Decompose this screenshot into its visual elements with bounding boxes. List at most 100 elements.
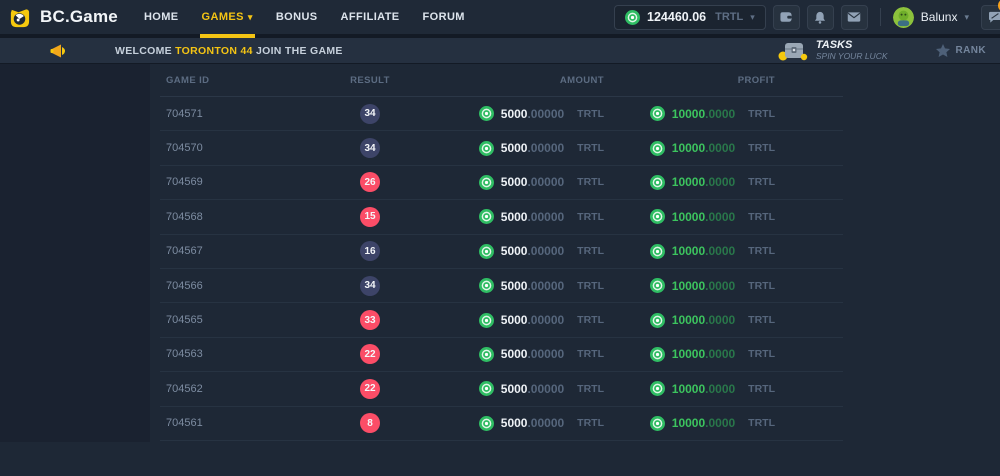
avatar bbox=[893, 7, 914, 28]
profit-currency: TRTL bbox=[748, 348, 775, 360]
result-badge: 16 bbox=[360, 241, 380, 261]
trtl-coin-icon bbox=[650, 209, 665, 224]
amount-currency: TRTL bbox=[577, 211, 604, 223]
result-cell: 22 bbox=[320, 379, 420, 399]
game-id-cell: 704566 bbox=[160, 280, 320, 292]
nav-item-games[interactable]: GAMES ▾ bbox=[202, 0, 253, 34]
result-cell: 33 bbox=[320, 310, 420, 330]
table-row[interactable]: 704571 34 5000 .00000 TRTL 10000 .0000 T… bbox=[160, 97, 843, 131]
brand-logo[interactable]: BC.Game bbox=[8, 6, 118, 29]
rank-label: RANK bbox=[956, 45, 987, 56]
nav-item-games-label: GAMES bbox=[202, 11, 244, 23]
trtl-coin-icon bbox=[650, 106, 665, 121]
amount-decimals: .00000 bbox=[527, 416, 564, 430]
amount-decimals: .00000 bbox=[527, 107, 564, 121]
game-id-cell: 704561 bbox=[160, 417, 320, 429]
result-cell: 34 bbox=[320, 104, 420, 124]
game-id-cell: 704567 bbox=[160, 245, 320, 257]
profit-integer: 10000 bbox=[672, 347, 705, 361]
table-row[interactable]: 704563 22 5000 .00000 TRTL 10000 .0000 T… bbox=[160, 338, 843, 372]
table-row[interactable]: 704568 15 5000 .00000 TRTL 10000 .0000 T… bbox=[160, 200, 843, 234]
amount-decimals: .00000 bbox=[527, 382, 564, 396]
bets-table: GAME ID RESULT AMOUNT PROFIT 704571 34 5… bbox=[160, 64, 843, 441]
column-header-profit: PROFIT bbox=[610, 75, 781, 86]
profit-currency: TRTL bbox=[748, 383, 775, 395]
navbar-right: 124460.06 TRTL ▾ bbox=[614, 0, 1000, 34]
profit-integer: 10000 bbox=[672, 175, 705, 189]
profit-decimals: .0000 bbox=[705, 382, 735, 396]
trtl-coin-icon bbox=[650, 278, 665, 293]
table-row[interactable]: 704562 22 5000 .00000 TRTL 10000 .0000 T… bbox=[160, 372, 843, 406]
amount-cell: 5000 .00000 TRTL bbox=[420, 313, 610, 328]
amount-decimals: .00000 bbox=[527, 175, 564, 189]
result-badge: 26 bbox=[360, 172, 380, 192]
profit-currency: TRTL bbox=[748, 176, 775, 188]
rank-widget[interactable]: RANK bbox=[936, 44, 987, 57]
user-menu[interactable]: Balunx ▾ bbox=[893, 7, 969, 28]
amount-integer: 5000 bbox=[501, 382, 528, 396]
profit-currency: TRTL bbox=[748, 280, 775, 292]
nav-item-forum[interactable]: FORUM bbox=[423, 0, 465, 34]
profit-decimals: .0000 bbox=[705, 107, 735, 121]
trtl-coin-icon bbox=[650, 141, 665, 156]
table-row[interactable]: 704570 34 5000 .00000 TRTL 10000 .0000 T… bbox=[160, 131, 843, 165]
profit-cell: 10000 .0000 TRTL bbox=[610, 278, 781, 293]
main-content: GAME ID RESULT AMOUNT PROFIT 704571 34 5… bbox=[0, 64, 1000, 476]
game-id-cell: 704569 bbox=[160, 176, 320, 188]
profit-decimals: .0000 bbox=[705, 347, 735, 361]
game-id-cell: 704562 bbox=[160, 383, 320, 395]
amount-cell: 5000 .00000 TRTL bbox=[420, 141, 610, 156]
table-header-row: GAME ID RESULT AMOUNT PROFIT bbox=[160, 64, 843, 97]
brand-name: BC.Game bbox=[40, 7, 118, 27]
table-body: 704571 34 5000 .00000 TRTL 10000 .0000 T… bbox=[160, 97, 843, 441]
navbar-divider bbox=[880, 8, 881, 26]
trtl-coin-icon bbox=[479, 416, 494, 431]
announcement-bar: WELCOME TORONTON 44 JOIN THE GAME TASKS … bbox=[0, 38, 1000, 63]
result-badge: 15 bbox=[360, 207, 380, 227]
profit-integer: 10000 bbox=[672, 279, 705, 293]
trtl-coin-icon bbox=[479, 244, 494, 259]
chat-button[interactable]: 10 bbox=[981, 5, 1000, 30]
game-id-cell: 704563 bbox=[160, 348, 320, 360]
amount-integer: 5000 bbox=[501, 279, 528, 293]
trtl-coin-icon bbox=[479, 278, 494, 293]
nav-item-affiliate[interactable]: AFFILIATE bbox=[341, 0, 400, 34]
trtl-coin-icon bbox=[479, 313, 494, 328]
trtl-coin-icon bbox=[650, 347, 665, 362]
nav-item-bonus[interactable]: BONUS bbox=[276, 0, 318, 34]
profit-currency: TRTL bbox=[748, 245, 775, 257]
profit-currency: TRTL bbox=[748, 314, 775, 326]
profit-cell: 10000 .0000 TRTL bbox=[610, 416, 781, 431]
amount-cell: 5000 .00000 TRTL bbox=[420, 106, 610, 121]
wallet-button[interactable] bbox=[773, 5, 800, 30]
amount-currency: TRTL bbox=[577, 108, 604, 120]
messages-button[interactable] bbox=[841, 5, 868, 30]
tasks-labels: TASKS SPIN YOUR LUCK bbox=[816, 40, 888, 61]
mail-icon bbox=[847, 12, 861, 22]
profit-integer: 10000 bbox=[672, 313, 705, 327]
amount-cell: 5000 .00000 TRTL bbox=[420, 416, 610, 431]
bell-icon bbox=[814, 11, 826, 24]
amount-cell: 5000 .00000 TRTL bbox=[420, 244, 610, 259]
profit-currency: TRTL bbox=[748, 211, 775, 223]
amount-cell: 5000 .00000 TRTL bbox=[420, 347, 610, 362]
nav-item-home[interactable]: HOME bbox=[144, 0, 179, 34]
table-row[interactable]: 704566 34 5000 .00000 TRTL 10000 .0000 T… bbox=[160, 269, 843, 303]
wallet-balance-dropdown[interactable]: 124460.06 TRTL ▾ bbox=[614, 5, 766, 30]
trtl-coin-icon bbox=[479, 347, 494, 362]
result-cell: 8 bbox=[320, 413, 420, 433]
table-row[interactable]: 704561 8 5000 .00000 TRTL 10000 .0000 TR… bbox=[160, 407, 843, 441]
profit-integer: 10000 bbox=[672, 107, 705, 121]
table-row[interactable]: 704567 16 5000 .00000 TRTL 10000 .0000 T… bbox=[160, 235, 843, 269]
profit-integer: 10000 bbox=[672, 382, 705, 396]
welcome-message-username: TORONTON 44 bbox=[175, 45, 253, 57]
profit-cell: 10000 .0000 TRTL bbox=[610, 209, 781, 224]
table-row[interactable]: 704565 33 5000 .00000 TRTL 10000 .0000 T… bbox=[160, 303, 843, 337]
megaphone-icon bbox=[50, 44, 68, 58]
profit-integer: 10000 bbox=[672, 141, 705, 155]
column-header-result: RESULT bbox=[320, 75, 420, 86]
amount-decimals: .00000 bbox=[527, 244, 564, 258]
table-row[interactable]: 704569 26 5000 .00000 TRTL 10000 .0000 T… bbox=[160, 166, 843, 200]
tasks-widget[interactable]: TASKS SPIN YOUR LUCK bbox=[778, 40, 888, 62]
notifications-button[interactable] bbox=[807, 5, 834, 30]
